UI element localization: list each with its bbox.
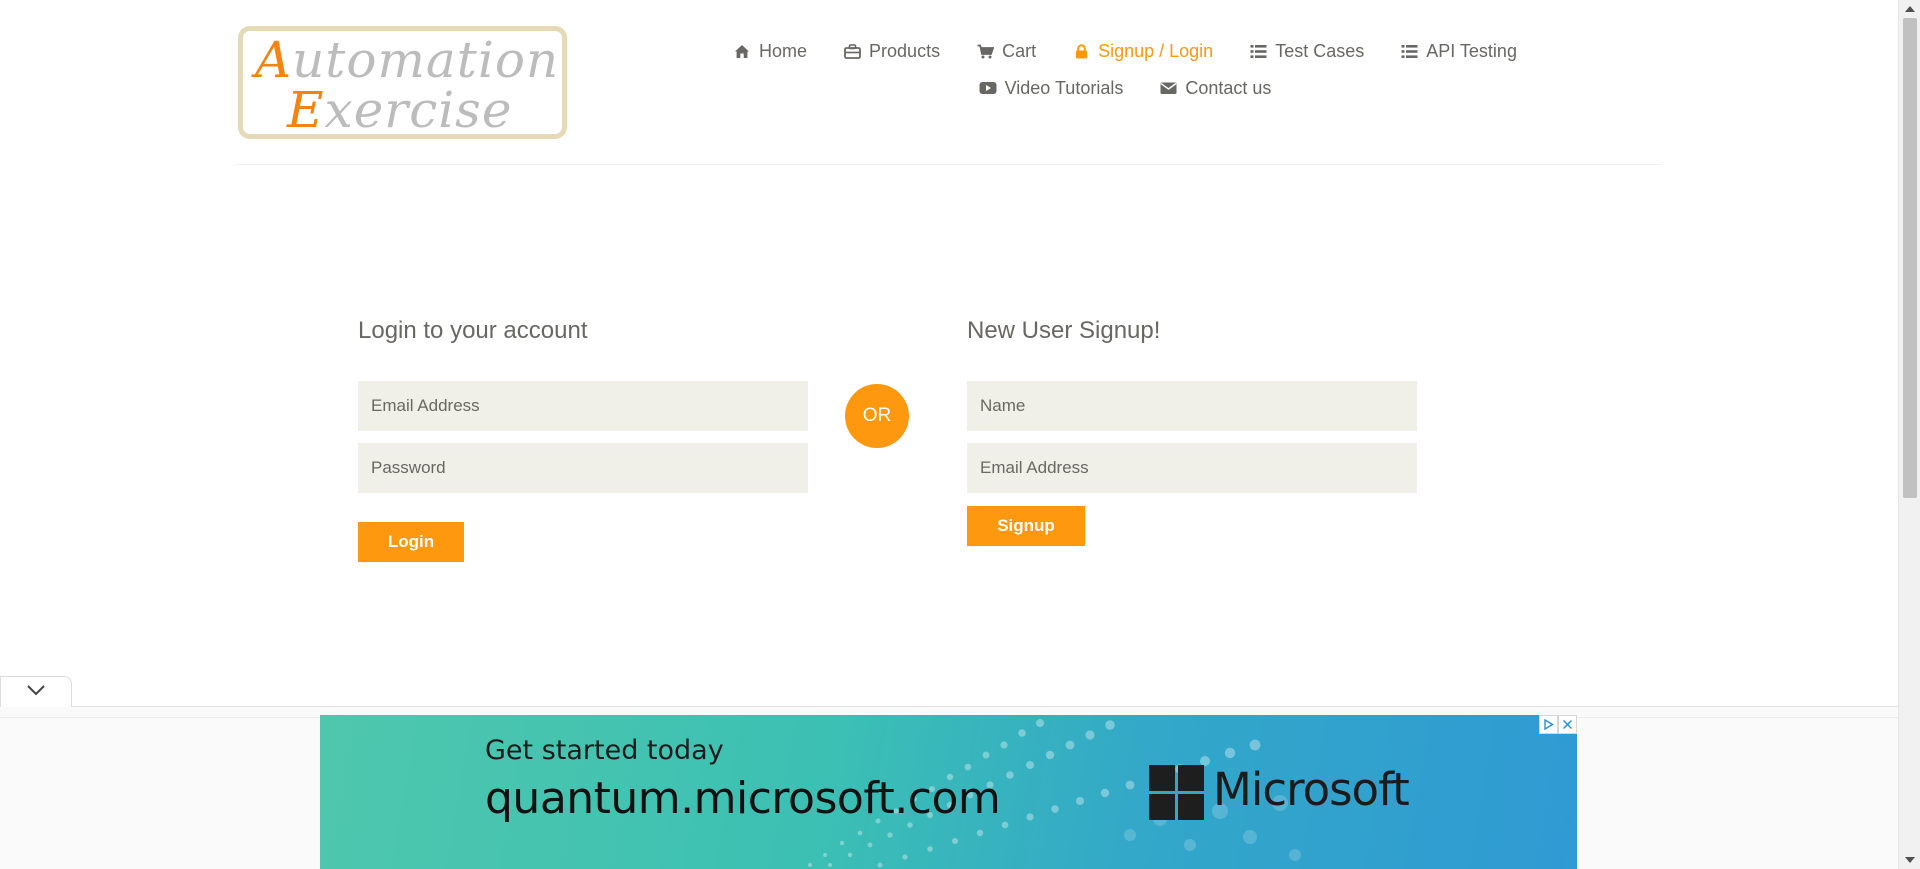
signup-name-input[interactable] (967, 381, 1417, 431)
main-nav: Home Products Cart Signup / Login Test C… (700, 36, 1550, 110)
signup-button[interactable]: Signup (967, 506, 1085, 546)
logo-line-2: Exercise (287, 81, 513, 139)
nav-item-products[interactable]: Products (843, 41, 940, 62)
youtube-icon (979, 79, 997, 97)
signup-form-title: New User Signup! (967, 317, 1161, 344)
list-icon (1400, 42, 1418, 60)
envelope-icon (1159, 79, 1177, 97)
page-scrollbar[interactable] (1898, 0, 1920, 869)
nav-item-home[interactable]: Home (733, 41, 807, 62)
login-button[interactable]: Login (358, 522, 464, 562)
scroll-up-icon[interactable] (1905, 6, 1915, 12)
nav-item-contact-us[interactable]: Contact us (1159, 78, 1271, 99)
adchoices-icon[interactable] (1539, 715, 1558, 734)
nav-item-cart[interactable]: Cart (976, 41, 1036, 62)
logo-line-1: Automation (255, 31, 560, 89)
login-password-input[interactable] (358, 443, 808, 493)
ad-brand: Microsoft (1213, 763, 1410, 816)
close-icon[interactable] (1558, 715, 1577, 734)
nav-item-signup-login[interactable]: Signup / Login (1072, 41, 1213, 62)
nav-label-cart: Cart (1002, 40, 1037, 61)
list-icon (1249, 42, 1267, 60)
cart-icon (976, 42, 994, 60)
ad-headline: Get started today (485, 735, 724, 766)
nav-row-primary: Home Products Cart Signup / Login Test C… (700, 36, 1550, 66)
microsoft-logo-icon (1149, 765, 1204, 820)
nav-label-contact-us: Contact us (1185, 77, 1272, 98)
scroll-down-icon[interactable] (1905, 857, 1915, 863)
nav-label-signup-login: Signup / Login (1098, 40, 1214, 61)
header-divider (236, 164, 1662, 165)
ad-banner[interactable]: Get started today quantum.microsoft.com … (320, 715, 1577, 869)
login-email-input[interactable] (358, 381, 808, 431)
nav-item-test-cases[interactable]: Test Cases (1249, 41, 1364, 62)
nav-label-home: Home (759, 40, 808, 61)
signup-email-input[interactable] (967, 443, 1417, 493)
scrollbar-thumb[interactable] (1903, 18, 1917, 498)
or-divider: OR (845, 384, 909, 448)
chevron-down-icon (26, 683, 46, 701)
site-logo[interactable]: Automation Exercise (238, 26, 567, 139)
ad-collapse-toggle[interactable] (0, 676, 72, 707)
nav-row-secondary: Video Tutorials Contact us (700, 73, 1550, 103)
ad-choices (1539, 715, 1577, 734)
page: Automation Exercise Home Products Cart S… (0, 0, 1898, 869)
ad-domain: quantum.microsoft.com (485, 773, 1001, 824)
nav-label-products: Products (869, 40, 941, 61)
products-icon (843, 42, 861, 60)
nav-item-api-testing[interactable]: API Testing (1400, 41, 1517, 62)
home-icon (733, 42, 751, 60)
nav-label-test-cases: Test Cases (1275, 40, 1365, 61)
nav-item-video-tutorials[interactable]: Video Tutorials (979, 77, 1124, 99)
lock-icon (1072, 42, 1090, 60)
nav-label-api-testing: API Testing (1426, 40, 1517, 61)
nav-label-video-tutorials: Video Tutorials (1004, 77, 1124, 98)
login-form-title: Login to your account (358, 317, 588, 344)
